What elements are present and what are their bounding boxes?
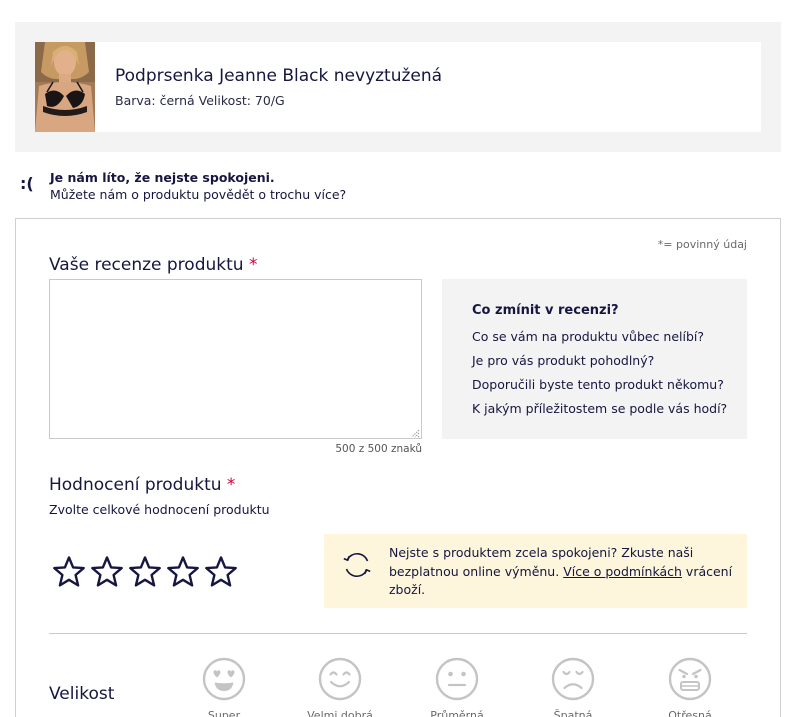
star-2-icon[interactable] (90, 555, 124, 589)
star-rating (52, 555, 238, 589)
size-option-label: Špatná (553, 709, 593, 717)
angry-face-icon (668, 657, 712, 701)
star-4-icon[interactable] (166, 555, 200, 589)
size-option-label: Průměrná (430, 709, 484, 717)
character-counter: 500 z 500 znaků (335, 443, 422, 455)
star-3-icon[interactable] (128, 555, 162, 589)
sad-emoticon-icon: :( (20, 174, 34, 193)
rating-hint: Zvolte celkové hodnocení produktu (49, 502, 270, 517)
product-summary: Podprsenka Jeanne Black nevyztužená Barv… (15, 22, 781, 152)
smiling-face-icon (318, 657, 362, 701)
review-label: Vaše recenze produktu (49, 255, 244, 275)
review-tips-panel: Co zmínit v recenzi? Co se vám na produk… (442, 279, 747, 439)
size-option-label: Velmi dobrá (307, 709, 373, 717)
tips-title: Co zmínit v recenzi? (472, 303, 619, 318)
heart-eyes-face-icon (202, 657, 246, 701)
size-option-average[interactable]: Průměrná (402, 657, 512, 717)
exchange-terms-link[interactable]: Více o podmínkách (563, 564, 682, 579)
feedback-subtitle: Můžete nám o produktu povědět o trochu v… (50, 187, 347, 202)
rating-heading: Hodnocení produktu * (49, 475, 235, 495)
size-option-bad[interactable]: Špatná (518, 657, 628, 717)
size-option-terrible[interactable]: Otřesná (635, 657, 745, 717)
product-attributes: Barva: černá Velikost: 70/G (115, 93, 285, 108)
sad-face-icon (551, 657, 595, 701)
review-textarea[interactable] (49, 279, 422, 439)
section-divider (49, 633, 747, 634)
review-form: *= povinný údaj Vaše recenze produktu * … (15, 218, 781, 717)
tips-item: K jakým příležitostem se podle vás hodí? (472, 401, 728, 416)
size-option-label: Otřesná (668, 709, 712, 717)
size-option-label: Super (207, 709, 241, 717)
feedback-title: Je nám líto, že nejste spokojeni. (50, 170, 275, 185)
required-asterisk: * (226, 475, 236, 495)
review-heading: Vaše recenze produktu * (49, 255, 257, 275)
size-option-super[interactable]: Super (169, 657, 279, 717)
neutral-face-icon (435, 657, 479, 701)
product-card: Podprsenka Jeanne Black nevyztužená Barv… (35, 42, 761, 132)
product-photo (35, 42, 95, 132)
star-1-icon[interactable] (52, 555, 86, 589)
required-note: *= povinný údaj (657, 238, 747, 251)
rating-label: Hodnocení produktu (49, 475, 222, 495)
product-name: Podprsenka Jeanne Black nevyztužená (115, 66, 443, 86)
tips-item: Je pro vás produkt pohodlný? (472, 353, 655, 368)
resize-grip-icon[interactable] (408, 426, 420, 438)
required-asterisk: * (248, 255, 258, 275)
exchange-refresh-icon (343, 552, 371, 578)
exchange-text: Nejste s produktem zcela spokojeni? Zkus… (389, 544, 734, 600)
tips-item: Doporučili byste tento produkt někomu? (472, 377, 724, 392)
size-option-very-good[interactable]: Velmi dobrá (285, 657, 395, 717)
exchange-notice: Nejste s produktem zcela spokojeni? Zkus… (324, 534, 747, 608)
size-label: Velikost (49, 684, 115, 704)
tips-item: Co se vám na produktu vůbec nelíbí? (472, 329, 705, 344)
star-5-icon[interactable] (204, 555, 238, 589)
